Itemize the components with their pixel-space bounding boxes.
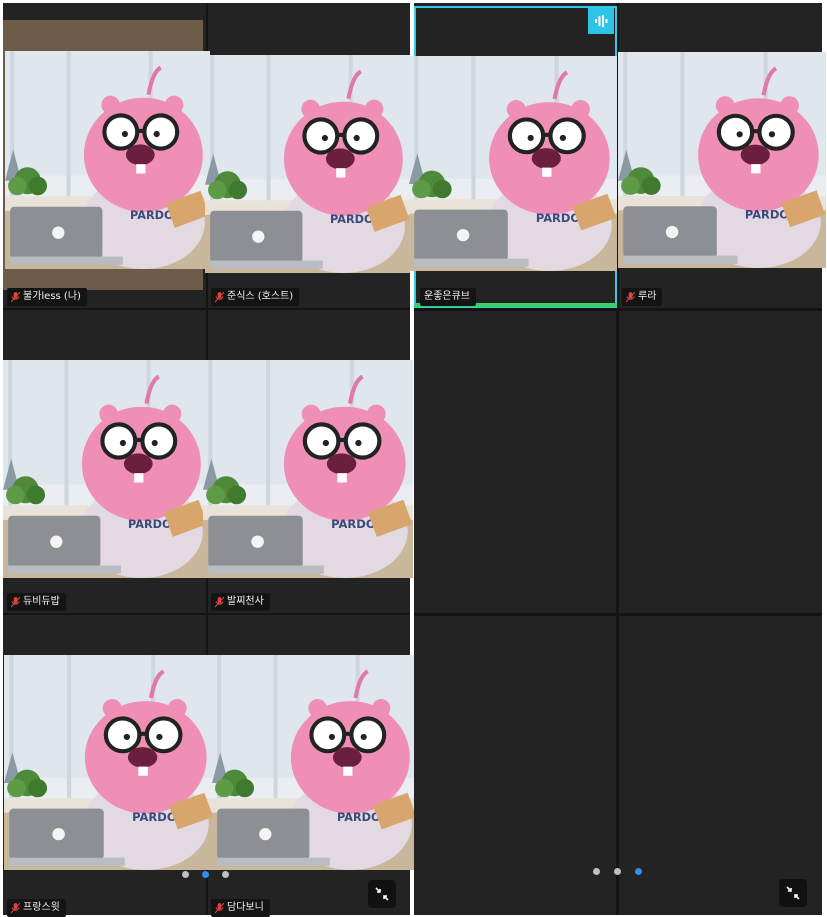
mic-muted-icon: [11, 596, 20, 607]
participant-video[interactable]: [205, 55, 410, 273]
mic-muted-icon: [215, 902, 224, 913]
participant-avatar-image: [203, 360, 413, 578]
participant-name-tag: 운좋은큐브: [420, 288, 476, 306]
participant-name: 듀비듀밥: [23, 596, 60, 607]
mic-muted-icon: [215, 596, 224, 607]
minimize-icon: [375, 887, 389, 901]
minimize-button[interactable]: [779, 879, 807, 907]
page-dot-active[interactable]: [202, 871, 209, 878]
participant-name: 발찌천사: [227, 596, 264, 607]
minimize-button[interactable]: [368, 880, 396, 908]
participant-avatar-image: [3, 360, 208, 578]
participant-video[interactable]: [5, 51, 210, 269]
grid-divider: [414, 613, 822, 616]
page-dot[interactable]: [222, 871, 229, 878]
audio-wave-icon: [595, 15, 608, 27]
participant-name: 프랑스윗: [23, 902, 60, 913]
page-indicator: [182, 871, 229, 878]
participant-name: 준식스 (호스트): [227, 291, 294, 302]
participant-avatar-image: [212, 655, 417, 870]
grid-divider: [3, 308, 410, 310]
participant-video[interactable]: [212, 655, 417, 870]
participant-video[interactable]: [409, 56, 617, 271]
participant-name-tag: 프랑스윗: [7, 899, 66, 917]
minimize-icon: [786, 886, 800, 900]
participant-avatar-image: [618, 52, 826, 268]
participant-avatar-image: [205, 55, 410, 273]
grid-divider: [414, 308, 822, 311]
page-dot-active[interactable]: [635, 868, 642, 875]
participant-name-tag: 불가less (나): [7, 288, 87, 306]
participant-avatar-image: [5, 51, 210, 269]
mic-muted-icon: [11, 902, 20, 913]
participant-name-tag: 발찌천사: [211, 593, 270, 611]
mic-muted-icon: [626, 291, 635, 302]
participant-video[interactable]: [203, 360, 413, 578]
page-dot[interactable]: [593, 868, 600, 875]
page-dot[interactable]: [614, 868, 621, 875]
participant-name: 담다보니: [227, 902, 264, 913]
participant-avatar-image: [409, 56, 617, 271]
page-dot[interactable]: [182, 871, 189, 878]
participant-video[interactable]: [4, 655, 214, 870]
mic-muted-icon: [11, 291, 20, 302]
participant-name-tag: 듀비듀밥: [7, 593, 66, 611]
participant-name: 루라: [638, 291, 657, 302]
speaking-indicator: [588, 8, 614, 34]
mic-muted-icon: [215, 291, 224, 302]
page-indicator: [593, 868, 642, 875]
grid-divider: [3, 613, 410, 615]
participant-name-tag: 담다보니: [211, 899, 270, 917]
participant-name: 불가less (나): [23, 291, 81, 302]
participant-name: 운좋은큐브: [424, 291, 470, 302]
participant-video[interactable]: [3, 360, 208, 578]
participant-name-tag: 준식스 (호스트): [211, 288, 300, 306]
participant-avatar-image: [4, 655, 214, 870]
participant-video[interactable]: [618, 52, 826, 268]
participant-name-tag: 루라: [622, 288, 663, 306]
